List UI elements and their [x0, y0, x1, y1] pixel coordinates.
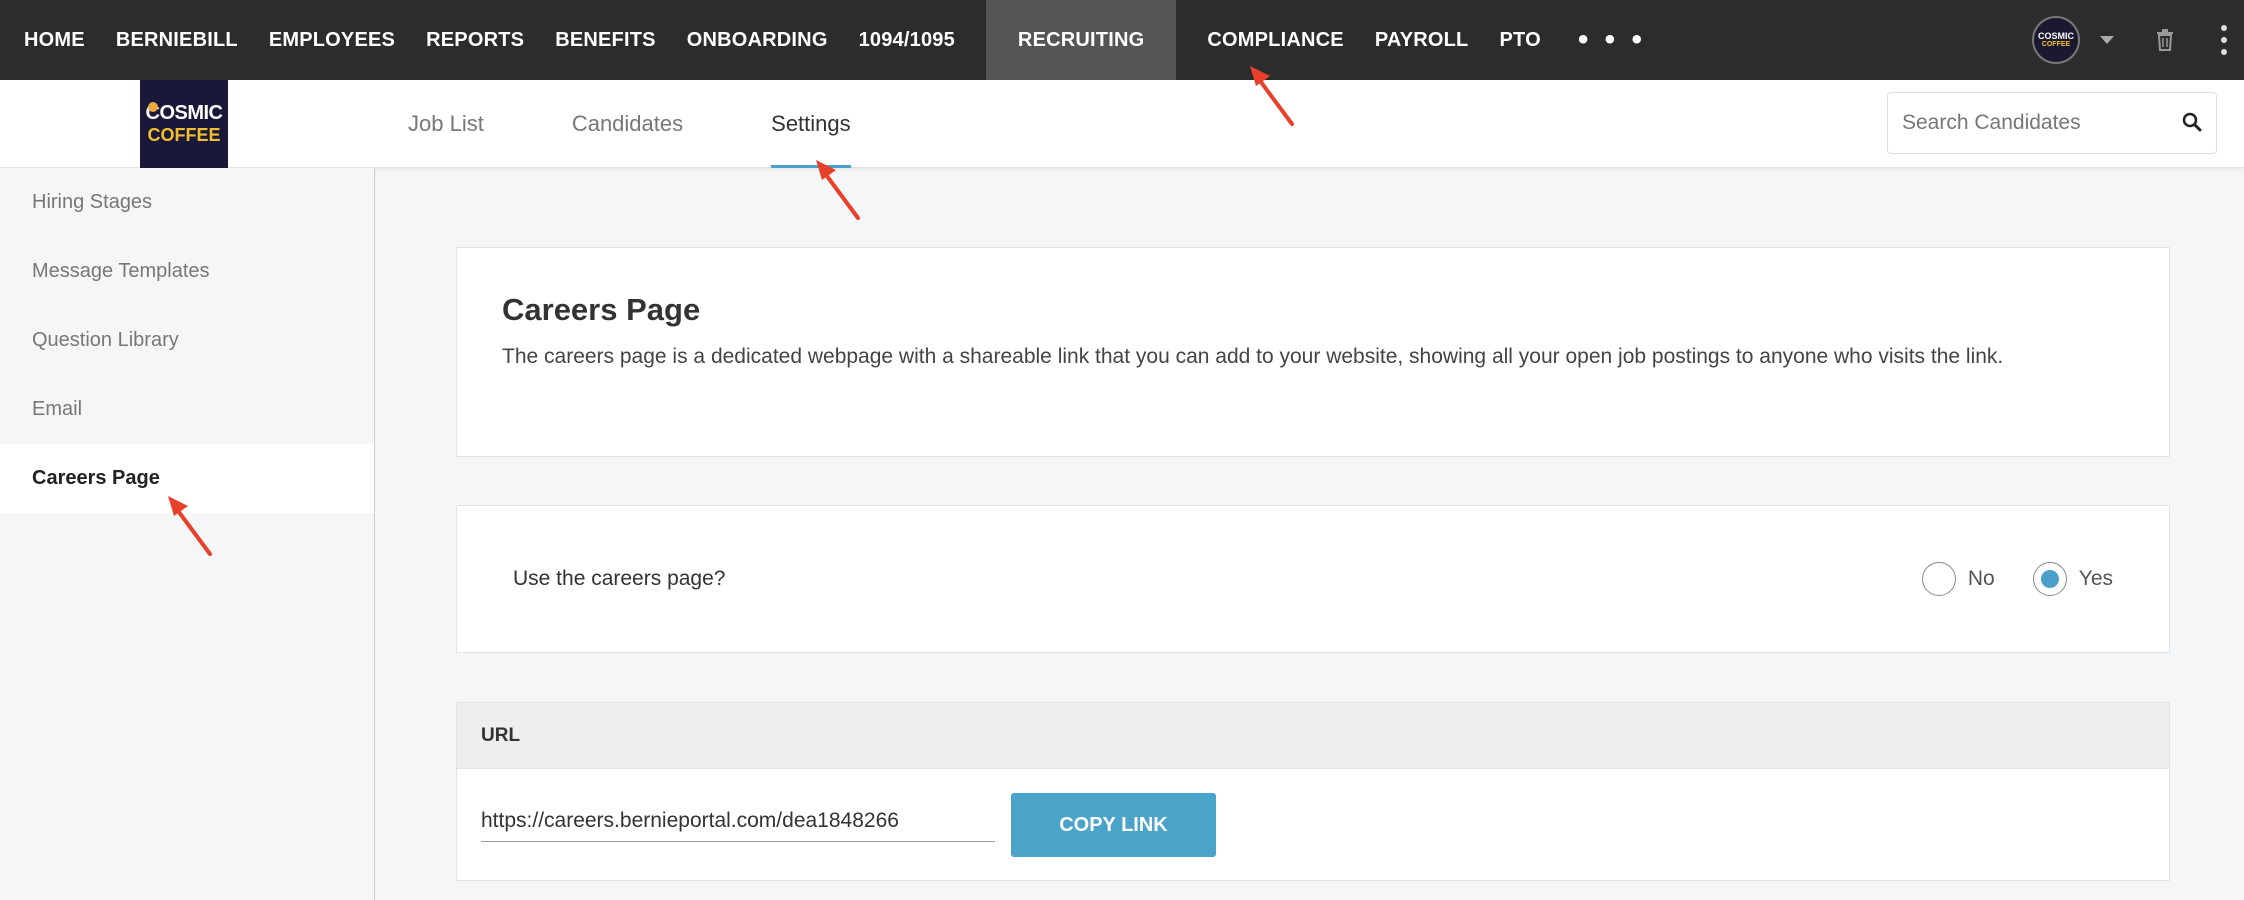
nav-reports[interactable]: REPORTS	[426, 0, 555, 80]
sidebar-item-message-templates[interactable]: Message Templates	[0, 237, 374, 306]
tab-candidates[interactable]: Candidates	[572, 80, 683, 168]
careers-info-card: Careers Page The careers page is a dedic…	[456, 247, 2170, 457]
page-title: Careers Page	[502, 292, 701, 327]
careers-url-field[interactable]	[481, 808, 995, 842]
copy-link-button[interactable]: COPY LINK	[1011, 793, 1216, 857]
nav-more-icon[interactable]: • • •	[1572, 23, 1646, 57]
chevron-down-icon[interactable]	[2100, 36, 2114, 44]
nav-account-area: COSMIC COFFEE	[2032, 0, 2244, 80]
url-header: URL	[457, 703, 2169, 769]
sidebar-item-hiring-stages[interactable]: Hiring Stages	[0, 168, 374, 237]
search-input[interactable]	[1888, 111, 2158, 135]
radio-no-label: No	[1967, 567, 1995, 590]
use-careers-question: Use the careers page?	[513, 567, 726, 590]
tab-job-list[interactable]: Job List	[408, 80, 484, 168]
nav-onboarding[interactable]: ONBOARDING	[687, 0, 859, 80]
annotation-arrow-icon	[168, 496, 212, 556]
radio-no[interactable]: No	[1921, 562, 1995, 596]
careers-description: The careers page is a dedicated webpage …	[502, 345, 2004, 368]
url-card: URL COPY LINK	[456, 702, 2170, 881]
sub-header: COSMIC COFFEE Job List Candidates Settin…	[0, 80, 2244, 168]
kebab-menu-icon[interactable]	[2214, 25, 2234, 55]
trash-icon[interactable]	[2156, 29, 2174, 51]
nav-berniebill[interactable]: BERNIEBILL	[116, 0, 269, 80]
nav-home[interactable]: HOME	[0, 0, 116, 80]
nav-employees[interactable]: EMPLOYEES	[269, 0, 426, 80]
nav-1094-1095[interactable]: 1094/1095	[859, 0, 986, 80]
logo-subtext: COFFEE	[147, 125, 221, 145]
nav-payroll[interactable]: PAYROLL	[1375, 0, 1500, 80]
nav-pto[interactable]: PTO	[1499, 0, 1571, 80]
nav-benefits[interactable]: BENEFITS	[555, 0, 687, 80]
company-logo: COSMIC COFFEE	[140, 80, 228, 168]
avatar-subtext: COFFEE	[2041, 41, 2071, 48]
annotation-arrow-icon	[1250, 66, 1294, 126]
use-careers-card: Use the careers page? No Yes	[456, 505, 2170, 653]
annotation-arrow-icon	[816, 160, 860, 220]
company-avatar[interactable]: COSMIC COFFEE	[2032, 16, 2080, 64]
nav-recruiting[interactable]: RECRUITING	[985, 0, 1177, 80]
radio-yes[interactable]: Yes	[2032, 562, 2113, 596]
radio-yes-label: Yes	[2078, 567, 2113, 590]
top-navigation: HOME BERNIEBILL EMPLOYEES REPORTS BENEFI…	[0, 0, 2244, 80]
recruiting-tabs: Job List Candidates Settings	[408, 80, 939, 168]
search-icon[interactable]	[2182, 112, 2202, 137]
radio-yes-circle[interactable]	[2032, 562, 2067, 596]
url-body: COPY LINK	[457, 769, 2169, 881]
sidebar-item-email[interactable]: Email	[0, 375, 374, 444]
tab-settings[interactable]: Settings	[771, 80, 851, 168]
sidebar-item-question-library[interactable]: Question Library	[0, 306, 374, 375]
search-box	[1887, 92, 2217, 154]
avatar-text: COSMIC	[2038, 31, 2074, 41]
planet-icon	[148, 102, 158, 112]
radio-no-circle[interactable]	[1921, 562, 1956, 596]
